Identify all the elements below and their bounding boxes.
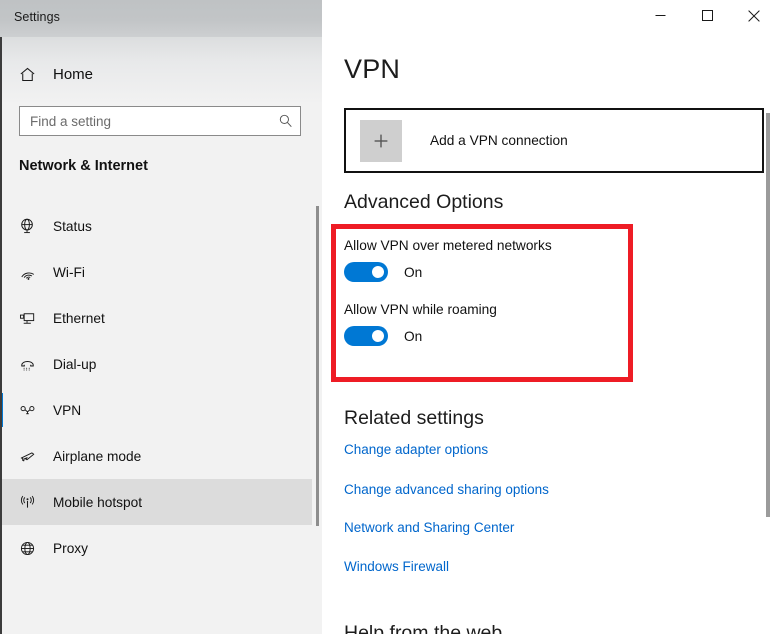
sidebar-item-label: Proxy [53,541,88,556]
title-bar: Settings [0,0,777,37]
sidebar-item-vpn[interactable]: VPN [0,387,312,433]
help-from-web-heading: Help from the web [344,622,502,634]
allow-vpn-while-roaming-toggle[interactable] [344,326,388,346]
minimize-button[interactable] [637,0,683,31]
sidebar-nav-list: Status Wi-Fi [0,203,312,571]
dialup-phone-icon [4,355,50,374]
sidebar-home-label: Home [53,66,93,83]
advanced-options-heading: Advanced Options [344,191,503,214]
sidebar-item-airplane-mode[interactable]: Airplane mode [0,433,312,479]
sidebar-item-label: Status [53,219,92,234]
close-button[interactable] [731,0,777,31]
airplane-icon [4,447,50,466]
related-settings-heading: Related settings [344,407,484,430]
link-change-advanced-sharing-options[interactable]: Change advanced sharing options [344,482,549,497]
add-vpn-connection-button[interactable]: Add a VPN connection [344,108,764,173]
sidebar-item-label: Airplane mode [53,449,141,464]
allow-vpn-over-metered-networks-toggle[interactable] [344,262,388,282]
sidebar-scrollbar-thumb[interactable] [316,206,319,526]
globe-monitor-icon [4,217,50,236]
globe-icon [4,539,50,558]
ethernet-icon [4,309,50,328]
search-icon[interactable] [272,113,300,129]
window-title: Settings [14,10,60,24]
toggle-knob [372,330,384,342]
vpn-key-icon [4,401,50,420]
window-left-edge [0,0,2,634]
maximize-icon [702,10,713,21]
home-icon [4,65,50,84]
close-icon [748,10,760,22]
sidebar-item-label: Mobile hotspot [53,495,142,510]
sidebar-item-label: Wi-Fi [53,265,85,280]
search-input[interactable]: Find a setting [19,106,301,136]
sidebar-item-ethernet[interactable]: Ethernet [0,295,312,341]
sidebar-item-status[interactable]: Status [0,203,312,249]
toggle-group-metered-networks: Allow VPN over metered networks On [344,238,552,282]
sidebar-item-mobile-hotspot[interactable]: Mobile hotspot [0,479,312,525]
sidebar-item-label: Ethernet [53,311,105,326]
page-title: VPN [344,54,400,85]
toggle-label: Allow VPN while roaming [344,302,497,317]
hotspot-icon [4,493,50,512]
minimize-icon [655,10,666,21]
sidebar-section-heading: Network & Internet [19,158,148,174]
add-vpn-connection-label: Add a VPN connection [430,133,568,148]
settings-window: Home Find a setting Network & Internet [0,0,777,634]
sidebar-item-wifi[interactable]: Wi-Fi [0,249,312,295]
sidebar-item-dialup[interactable]: Dial-up [0,341,312,387]
toggle-label: Allow VPN over metered networks [344,238,552,253]
sidebar-item-label: Dial-up [53,357,96,372]
sidebar: Home Find a setting Network & Internet [0,0,322,634]
toggle-state-label: On [404,329,422,344]
toggle-knob [372,266,384,278]
toggle-group-roaming: Allow VPN while roaming On [344,302,497,346]
maximize-button[interactable] [684,0,730,31]
link-network-and-sharing-center[interactable]: Network and Sharing Center [344,520,514,535]
toggle-state-label: On [404,265,422,280]
content-scrollbar-thumb[interactable] [766,113,770,517]
plus-icon [360,120,402,162]
link-windows-firewall[interactable]: Windows Firewall [344,559,449,574]
wifi-icon [4,263,50,282]
search-placeholder: Find a setting [20,114,272,129]
sidebar-item-label: VPN [53,403,81,418]
sidebar-item-home[interactable]: Home [0,55,312,93]
link-change-adapter-options[interactable]: Change adapter options [344,442,488,457]
sidebar-item-proxy[interactable]: Proxy [0,525,312,571]
main-content: VPN Add a VPN connection Advanced Option… [322,0,777,634]
